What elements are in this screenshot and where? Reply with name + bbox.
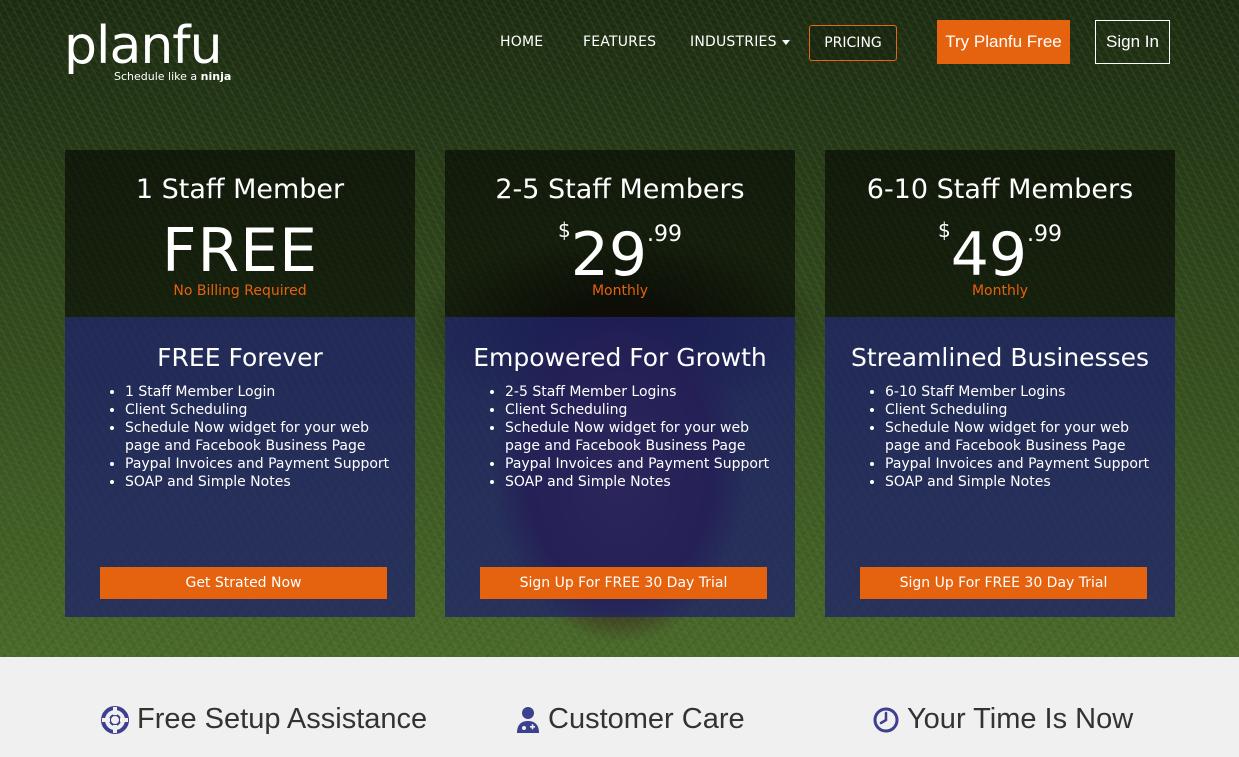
feature-item: 2-5 Staff Member Logins xyxy=(505,383,787,401)
feature-strip: Free Setup Assistance Customer Care Your… xyxy=(0,657,1239,757)
trial-signup-button[interactable]: Sign Up For FREE 30 Day Trial xyxy=(860,567,1147,599)
billing-note: No Billing Required xyxy=(173,283,307,299)
feature-item: Client Scheduling xyxy=(125,401,407,419)
logo[interactable]: planfu Schedule like a ninja xyxy=(64,14,231,86)
feature-setup-assistance: Free Setup Assistance xyxy=(101,703,427,736)
feature-item: Paypal Invoices and Payment Support xyxy=(125,455,407,473)
card-body: Streamlined Businesses 6-10 Staff Member… xyxy=(825,317,1175,617)
logo-wordmark: planfu xyxy=(64,16,223,76)
nav-home[interactable]: HOME xyxy=(500,34,543,50)
feature-item: 1 Staff Member Login xyxy=(125,383,407,401)
feature-item: SOAP and Simple Notes xyxy=(505,473,787,491)
caret-down-icon xyxy=(781,39,790,45)
feature-list: 2-5 Staff Member Logins Client Schedulin… xyxy=(487,383,787,491)
logo-tagline: Schedule like a ninja xyxy=(114,70,231,83)
price-currency: $ xyxy=(937,218,951,242)
user-doctor-icon xyxy=(517,706,539,733)
plan-name: Empowered For Growth xyxy=(473,343,767,372)
billing-period: Monthly xyxy=(591,283,649,299)
life-ring-icon xyxy=(101,705,129,734)
pricing-card-2-5: 2-5 Staff Members $29.99 Monthly Empower… xyxy=(445,150,795,617)
nav-industries[interactable]: INDUSTRIES xyxy=(690,34,790,50)
feature-customer-care: Customer Care xyxy=(516,703,745,736)
feature-label: Free Setup Assistance xyxy=(137,703,428,735)
price-cents: .99 xyxy=(1027,222,1063,247)
card-title: 6-10 Staff Members xyxy=(866,174,1134,205)
tagline-bold: ninja xyxy=(200,70,232,83)
plan-name: FREE Forever xyxy=(157,343,323,372)
try-free-button[interactable]: Try Planfu Free xyxy=(937,20,1070,64)
feature-item: SOAP and Simple Notes xyxy=(885,473,1167,491)
trial-signup-button[interactable]: Sign Up For FREE 30 Day Trial xyxy=(480,567,767,599)
feature-label: Customer Care xyxy=(548,703,745,735)
tagline-text: Schedule like a xyxy=(114,70,201,83)
nav-pricing[interactable]: PRICING xyxy=(809,25,897,61)
price-amount: 49 xyxy=(950,220,1028,290)
feature-item: Schedule Now widget for your web page an… xyxy=(885,419,1167,455)
feature-item: SOAP and Simple Notes xyxy=(125,473,407,491)
feature-item: Client Scheduling xyxy=(505,401,787,419)
price-currency: $ xyxy=(557,218,571,242)
card-body: FREE Forever 1 Staff Member Login Client… xyxy=(65,317,415,617)
feature-item: Paypal Invoices and Payment Support xyxy=(885,455,1167,473)
hero-background: planfu Schedule like a ninja HOME FEATUR… xyxy=(0,0,1239,657)
feature-item: 6-10 Staff Member Logins xyxy=(885,383,1167,401)
card-header: 1 Staff Member FREE No Billing Required xyxy=(65,150,415,317)
card-body: Empowered For Growth 2-5 Staff Member Lo… xyxy=(445,317,795,617)
feature-item: Schedule Now widget for your web page an… xyxy=(125,419,407,455)
price: $29.99 xyxy=(445,218,795,287)
plan-name: Streamlined Businesses xyxy=(850,343,1150,372)
price-amount: 29 xyxy=(570,220,648,290)
feature-list: 1 Staff Member Login Client Scheduling S… xyxy=(107,383,407,491)
feature-item: Paypal Invoices and Payment Support xyxy=(505,455,787,473)
feature-list: 6-10 Staff Member Logins Client Scheduli… xyxy=(867,383,1167,491)
price-cents: .99 xyxy=(647,222,683,247)
clock-icon xyxy=(873,707,899,732)
card-title: 1 Staff Member xyxy=(135,174,345,205)
billing-period: Monthly xyxy=(971,283,1029,299)
feature-time: Your Time Is Now xyxy=(873,703,1133,736)
get-started-button[interactable]: Get Strated Now xyxy=(100,567,387,599)
feature-item: Schedule Now widget for your web page an… xyxy=(505,419,787,455)
price: $49.99 xyxy=(825,218,1175,287)
pricing-card-free: 1 Staff Member FREE No Billing Required … xyxy=(65,150,415,617)
feature-label: Your Time Is Now xyxy=(907,703,1134,735)
feature-item: Client Scheduling xyxy=(885,401,1167,419)
sign-in-button[interactable]: Sign In xyxy=(1095,20,1170,64)
card-title: 2-5 Staff Members xyxy=(495,174,745,205)
card-header: 6-10 Staff Members $49.99 Monthly xyxy=(825,150,1175,317)
price-free: FREE xyxy=(161,216,319,286)
pricing-card-6-10: 6-10 Staff Members $49.99 Monthly Stream… xyxy=(825,150,1175,617)
nav-industries-label: INDUSTRIES xyxy=(690,34,777,50)
nav-features[interactable]: FEATURES xyxy=(583,34,656,50)
card-header: 2-5 Staff Members $29.99 Monthly xyxy=(445,150,795,317)
